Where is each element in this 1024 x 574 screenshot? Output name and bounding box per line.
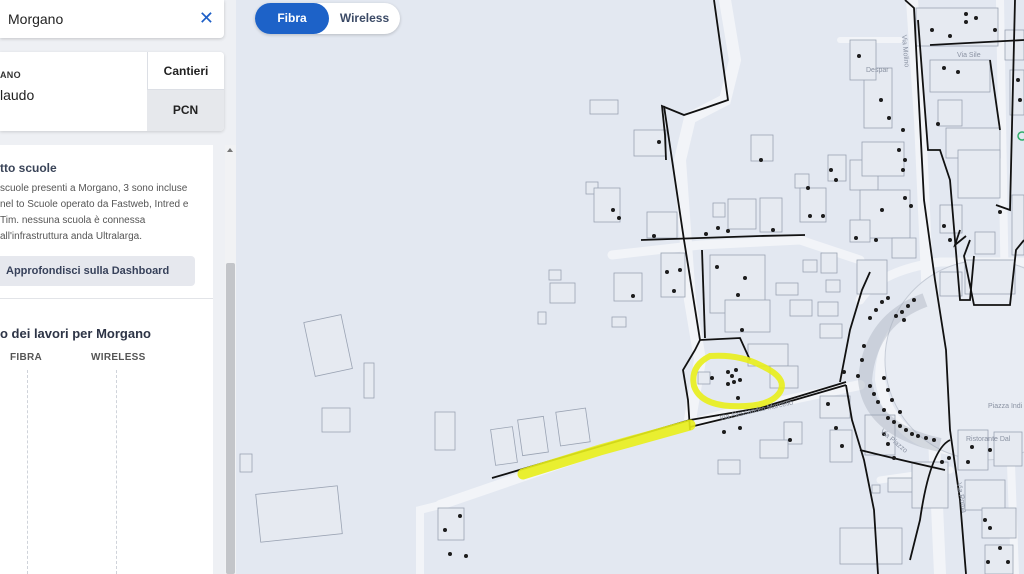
section-divider [0, 298, 213, 299]
municipality-card: ANO laudo Cantieri PCN [0, 52, 224, 131]
search-box[interactable]: Morgano ✕ [0, 0, 224, 38]
toggle-fibra[interactable]: Fibra [255, 3, 329, 34]
scroll-up-arrow-icon[interactable] [227, 148, 233, 152]
label-piazza-indipendenza: Piazza Indi [988, 403, 1023, 410]
column-header-wireless: WIRELESS [91, 352, 146, 363]
scrollbar-thumb[interactable] [226, 263, 235, 574]
pcn-button[interactable]: PCN [147, 90, 224, 131]
cantieri-button[interactable]: Cantieri [147, 52, 224, 90]
close-icon[interactable]: ✕ [199, 7, 214, 29]
details-scroll-pane[interactable]: tto scuole scuole presenti a Morgano, 3 … [0, 145, 213, 574]
works-section-title: o dei lavori per Morgano [0, 326, 151, 341]
label-ristorante: Ristorante Dal [966, 436, 1011, 443]
timeline-line-wireless [116, 370, 117, 574]
column-header-fibra: FIBRA [10, 352, 43, 363]
toggle-wireless[interactable]: Wireless [329, 3, 400, 34]
scrollbar[interactable] [225, 145, 236, 574]
schools-section-text: scuole presenti a Morgano, 3 sono inclus… [0, 183, 189, 242]
timeline-line-fibra [27, 370, 28, 574]
dashboard-button[interactable]: Approfondisci sulla Dashboard [0, 256, 195, 286]
label-despar: Despar [866, 67, 889, 74]
municipality-status-label: laudo [0, 87, 35, 103]
schools-section-title: tto scuole [0, 161, 57, 175]
side-panel: Morgano ✕ ANO laudo Cantieri PCN tto scu… [0, 0, 236, 574]
network-type-toggle: Fibra Wireless [255, 3, 400, 34]
search-input[interactable]: Morgano [8, 11, 63, 27]
municipality-type-label: ANO [0, 70, 21, 80]
label-via-sile: Via Sile [957, 52, 981, 59]
